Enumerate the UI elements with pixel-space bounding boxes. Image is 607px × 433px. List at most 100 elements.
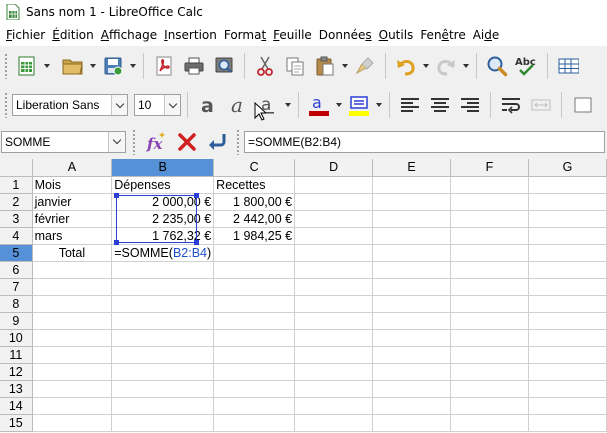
cell-g8[interactable] bbox=[528, 295, 607, 313]
new-spreadsheet-button[interactable] bbox=[12, 51, 42, 81]
cell-a14[interactable] bbox=[32, 397, 113, 415]
cell-e3[interactable] bbox=[372, 210, 452, 228]
cell-e10[interactable] bbox=[372, 329, 452, 347]
row-header-8[interactable]: 8 bbox=[0, 295, 33, 313]
cell-d9[interactable] bbox=[294, 312, 374, 330]
row-header-3[interactable]: 3 bbox=[0, 210, 33, 228]
menu-item[interactable]: Insertion bbox=[161, 28, 221, 42]
cell-f2[interactable] bbox=[450, 193, 529, 211]
cell-a5[interactable]: Total bbox=[32, 244, 113, 262]
cancel-button[interactable] bbox=[172, 127, 202, 157]
cell-b8[interactable] bbox=[111, 295, 215, 313]
cell-c14[interactable] bbox=[213, 397, 296, 415]
cell-b6[interactable] bbox=[111, 261, 215, 279]
cell-g4[interactable] bbox=[528, 227, 607, 245]
save-button[interactable] bbox=[98, 51, 128, 81]
toolbar-grip[interactable] bbox=[4, 53, 8, 79]
cell-edit-text[interactable]: =SOMME(B2:B4) bbox=[114, 245, 212, 260]
cell-d7[interactable] bbox=[294, 278, 374, 296]
spelling-button[interactable]: Abc bbox=[512, 51, 542, 81]
merge-center-button[interactable] bbox=[526, 90, 556, 120]
cell-f8[interactable] bbox=[450, 295, 529, 313]
cell-a15[interactable] bbox=[32, 414, 113, 432]
cell-a8[interactable] bbox=[32, 295, 113, 313]
cell-f14[interactable] bbox=[450, 397, 529, 415]
cell-b10[interactable] bbox=[111, 329, 215, 347]
cell-f7[interactable] bbox=[450, 278, 529, 296]
cell-c13[interactable] bbox=[213, 380, 296, 398]
row-header-15[interactable]: 15 bbox=[0, 414, 33, 432]
menu-item[interactable]: Format bbox=[221, 28, 270, 42]
cell-e9[interactable] bbox=[372, 312, 452, 330]
redo-button[interactable] bbox=[431, 51, 461, 81]
chevron-down-icon[interactable] bbox=[108, 131, 125, 152]
cell-c2[interactable]: 1 800,00 € bbox=[213, 193, 296, 211]
font-name-combobox[interactable]: Liberation Sans bbox=[12, 94, 128, 116]
cell-a6[interactable] bbox=[32, 261, 113, 279]
cell-g7[interactable] bbox=[528, 278, 607, 296]
bold-button[interactable]: a bbox=[193, 90, 223, 120]
cell-g12[interactable] bbox=[528, 363, 607, 381]
cell-b15[interactable] bbox=[111, 414, 215, 432]
chevron-down-icon[interactable] bbox=[111, 95, 127, 115]
name-box[interactable]: SOMME bbox=[1, 130, 126, 153]
function-wizard-button[interactable]: fx bbox=[142, 127, 172, 157]
cell-a13[interactable] bbox=[32, 380, 113, 398]
highlight-dropdown[interactable] bbox=[374, 90, 384, 120]
row-header-14[interactable]: 14 bbox=[0, 397, 33, 415]
cell-c11[interactable] bbox=[213, 346, 296, 364]
cell-c8[interactable] bbox=[213, 295, 296, 313]
font-color-button[interactable]: a bbox=[304, 90, 334, 120]
align-center-button[interactable] bbox=[425, 90, 455, 120]
cell-a2[interactable]: janvier bbox=[32, 193, 113, 211]
menu-item[interactable]: Outils bbox=[376, 28, 418, 42]
cell-c10[interactable] bbox=[213, 329, 296, 347]
undo-dropdown[interactable] bbox=[421, 51, 431, 81]
column-header-b[interactable]: B bbox=[111, 159, 215, 177]
cell-d14[interactable] bbox=[294, 397, 374, 415]
font-name-value[interactable]: Liberation Sans bbox=[13, 98, 111, 112]
cell-c1[interactable]: Recettes bbox=[213, 176, 296, 194]
cell-e14[interactable] bbox=[372, 397, 452, 415]
font-color-dropdown[interactable] bbox=[334, 90, 344, 120]
chevron-down-icon[interactable] bbox=[164, 95, 180, 115]
cell-g1[interactable] bbox=[528, 176, 607, 194]
menu-item[interactable]: Édition bbox=[49, 28, 98, 42]
print-button[interactable] bbox=[179, 51, 209, 81]
cell-b13[interactable] bbox=[111, 380, 215, 398]
cell-d6[interactable] bbox=[294, 261, 374, 279]
cell-c15[interactable] bbox=[213, 414, 296, 432]
range-handle[interactable] bbox=[114, 193, 119, 198]
cell-d10[interactable] bbox=[294, 329, 374, 347]
select-all-corner[interactable] bbox=[0, 159, 33, 177]
cell-d8[interactable] bbox=[294, 295, 374, 313]
row-header-5[interactable]: 5 bbox=[0, 244, 33, 262]
formula-input[interactable]: =SOMME(B2:B4) bbox=[244, 130, 605, 153]
range-handle[interactable] bbox=[194, 193, 199, 198]
clone-formatting-button[interactable] bbox=[350, 51, 380, 81]
redo-dropdown[interactable] bbox=[461, 51, 471, 81]
accept-button[interactable] bbox=[202, 127, 232, 157]
cell-e8[interactable] bbox=[372, 295, 452, 313]
menu-item[interactable]: Aide bbox=[470, 28, 504, 42]
cell-d12[interactable] bbox=[294, 363, 374, 381]
cell-c3[interactable]: 2 442,00 € bbox=[213, 210, 296, 228]
cell-e5[interactable] bbox=[372, 244, 452, 262]
cell-a1[interactable]: Mois bbox=[32, 176, 113, 194]
find-replace-button[interactable] bbox=[482, 51, 512, 81]
cell-b3[interactable]: 2 235,00 € bbox=[111, 210, 215, 228]
column-header-c[interactable]: C bbox=[213, 159, 296, 177]
row-header-13[interactable]: 13 bbox=[0, 380, 33, 398]
cell-g14[interactable] bbox=[528, 397, 607, 415]
cell-a9[interactable] bbox=[32, 312, 113, 330]
cell-e4[interactable] bbox=[372, 227, 452, 245]
cut-button[interactable] bbox=[250, 51, 280, 81]
row-header-10[interactable]: 10 bbox=[0, 329, 33, 347]
cell-g6[interactable] bbox=[528, 261, 607, 279]
cell-f3[interactable] bbox=[450, 210, 529, 228]
cell-g13[interactable] bbox=[528, 380, 607, 398]
row-header-1[interactable]: 1 bbox=[0, 176, 33, 194]
cell-e1[interactable] bbox=[372, 176, 452, 194]
row-column-button[interactable] bbox=[553, 51, 583, 81]
open-dropdown[interactable] bbox=[88, 51, 98, 81]
